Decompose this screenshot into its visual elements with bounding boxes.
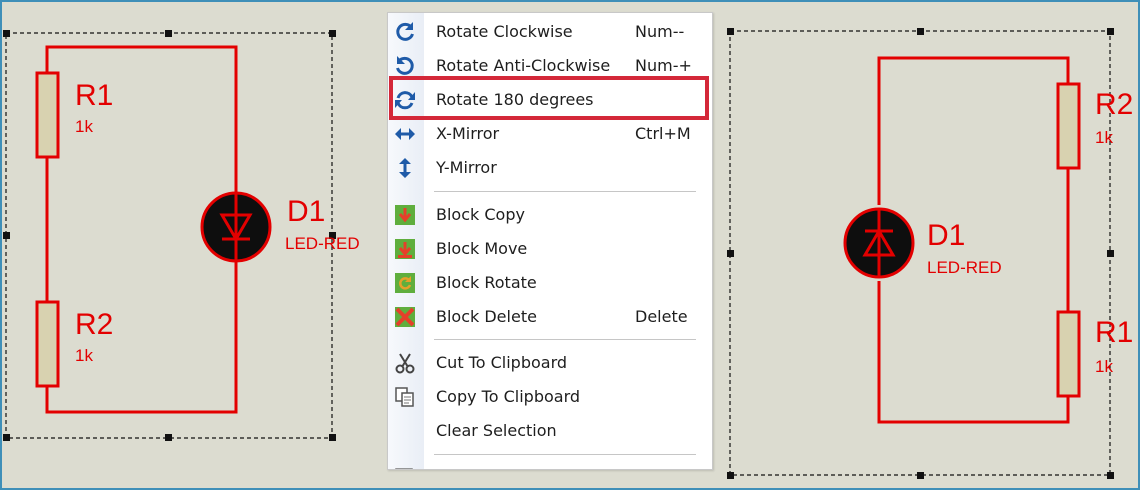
led-d1-right[interactable]: [843, 207, 915, 279]
menu-item-label: Block Copy: [436, 205, 525, 224]
r1-ref-left: R1: [75, 79, 113, 112]
menu-item-block-delete[interactable]: Block Delete Delete: [388, 300, 712, 332]
rotate-anticlockwise-icon: [394, 55, 416, 77]
d1-ref-right: D1: [927, 219, 965, 252]
r1-value-left: 1k: [75, 117, 93, 136]
left-circuit[interactable]: R1 1k R2 1k D1 LED-RED: [3, 30, 360, 441]
rotate-180-icon: [394, 89, 416, 111]
menu-item-clear-selection[interactable]: Clear Selection: [388, 414, 712, 446]
block-move-icon: [394, 238, 416, 260]
right-circuit[interactable]: R2 1k R1 1k D1 LED-RED: [727, 28, 1133, 479]
menu-separator: [434, 191, 696, 192]
selection-handles-right[interactable]: [727, 28, 1114, 479]
menu-item-rotate-clockwise[interactable]: Rotate Clockwise Num--: [388, 15, 712, 47]
resistor-r2-left[interactable]: [35, 300, 60, 388]
menu-separator: [434, 454, 696, 455]
block-delete-icon: [394, 306, 416, 328]
y-mirror-icon: [394, 157, 416, 179]
menu-item-label: Copy To Clipboard: [436, 387, 581, 406]
d1-value-left: LED-RED: [285, 234, 360, 253]
resistor-r2-right[interactable]: [1056, 82, 1081, 170]
menu-item-y-mirror[interactable]: Y-Mirror: [388, 151, 712, 183]
block-copy-icon: [394, 204, 416, 226]
menu-item-label: Block Move: [436, 239, 528, 258]
menu-item-partial[interactable]: [388, 459, 712, 469]
menu-item-label: Y-Mirror: [436, 158, 497, 177]
menu-item-block-move[interactable]: Block Move: [388, 232, 712, 264]
copy-icon: [394, 386, 416, 408]
menu-item-label: Rotate Anti-Clockwise: [436, 56, 611, 75]
menu-item-label: Block Delete: [436, 307, 537, 326]
r2-value-left: 1k: [75, 346, 93, 365]
menu-item-block-copy[interactable]: Block Copy: [388, 198, 712, 230]
resistor-r1-left[interactable]: [35, 71, 60, 159]
menu-item-label: X-Mirror: [436, 124, 500, 143]
resistor-r1-right[interactable]: [1056, 310, 1081, 398]
menu-item-rotate-180[interactable]: Rotate 180 degrees: [388, 83, 712, 115]
menu-item-shortcut: Ctrl+M: [635, 124, 691, 143]
menu-item-block-rotate[interactable]: Block Rotate: [388, 266, 712, 298]
rotate-clockwise-icon: [394, 21, 416, 43]
menu-item-label: Block Rotate: [436, 273, 537, 292]
menu-item-copy[interactable]: Copy To Clipboard: [388, 380, 712, 412]
context-menu: Rotate Clockwise Num-- Rotate Anti-Clock…: [387, 12, 713, 470]
menu-item-label: Cut To Clipboard: [436, 353, 568, 372]
selection-box-right: [729, 30, 1111, 476]
menu-item-shortcut: Num-+: [635, 56, 692, 75]
menu-item-label: Clear Selection: [436, 421, 557, 440]
menu-item-shortcut: Num--: [635, 22, 685, 41]
r1-value-right: 1k: [1095, 357, 1113, 376]
r1-ref-right: R1: [1095, 316, 1133, 349]
r2-ref-left: R2: [75, 308, 113, 341]
menu-item-label: Rotate Clockwise: [436, 22, 573, 41]
r2-ref-right: R2: [1095, 88, 1133, 121]
d1-value-right: LED-RED: [927, 258, 1002, 277]
x-mirror-icon: [394, 123, 416, 145]
r2-value-right: 1k: [1095, 128, 1113, 147]
scissors-icon: [394, 352, 416, 374]
menu-item-x-mirror[interactable]: X-Mirror Ctrl+M: [388, 117, 712, 149]
block-rotate-icon: [394, 272, 416, 294]
menu-item-shortcut: Delete: [635, 307, 688, 326]
led-d1-left[interactable]: [200, 191, 272, 263]
menu-separator: [434, 339, 696, 340]
menu-item-rotate-anticlockwise[interactable]: Rotate Anti-Clockwise Num-+: [388, 49, 712, 81]
partial-icon: [394, 465, 416, 469]
menu-item-label: Rotate 180 degrees: [436, 90, 594, 109]
menu-item-cut[interactable]: Cut To Clipboard: [388, 346, 712, 378]
d1-ref-left: D1: [287, 195, 325, 228]
